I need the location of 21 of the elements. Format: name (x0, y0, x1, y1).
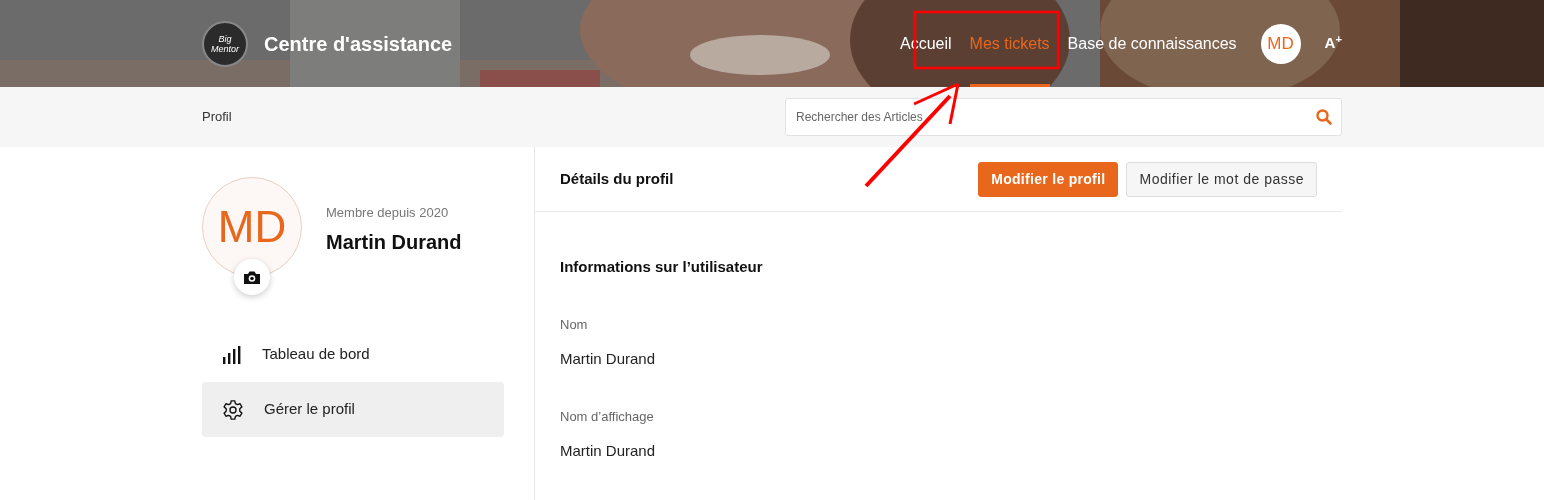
change-password-button[interactable]: Modifier le mot de passe (1126, 161, 1317, 197)
search-icon[interactable] (1316, 109, 1332, 125)
field-label: Nom (560, 315, 589, 334)
site-title: Centre d'assistance (264, 31, 453, 57)
field-value: Martin Durand (560, 441, 657, 461)
settings-icon (222, 398, 244, 421)
field-value: Martin Durand (560, 349, 657, 369)
breadcrumb[interactable]: Profil (202, 107, 232, 127)
nav-link[interactable]: Base de connaissances (1067, 0, 1237, 87)
section-heading: Informations sur l’utilisateur (560, 257, 764, 277)
text-size-toggle[interactable]: A$^{+}$ (1324, 32, 1342, 55)
sidebar-item[interactable]: Tableau de bord (202, 327, 504, 382)
camera-icon (243, 269, 261, 285)
section-title: Détails du profil (560, 168, 674, 189)
bar-chart-icon (222, 344, 242, 365)
field-label: Nom d’affichage (560, 407, 655, 426)
sidebar-item[interactable]: Gérer le profil (202, 382, 504, 437)
camera-button[interactable] (234, 259, 270, 295)
profile-name: Martin Durand (326, 229, 462, 255)
member-since: Membre depuis 2020 (326, 204, 450, 222)
search-field[interactable]: Rechercher des Articles (785, 98, 1342, 136)
